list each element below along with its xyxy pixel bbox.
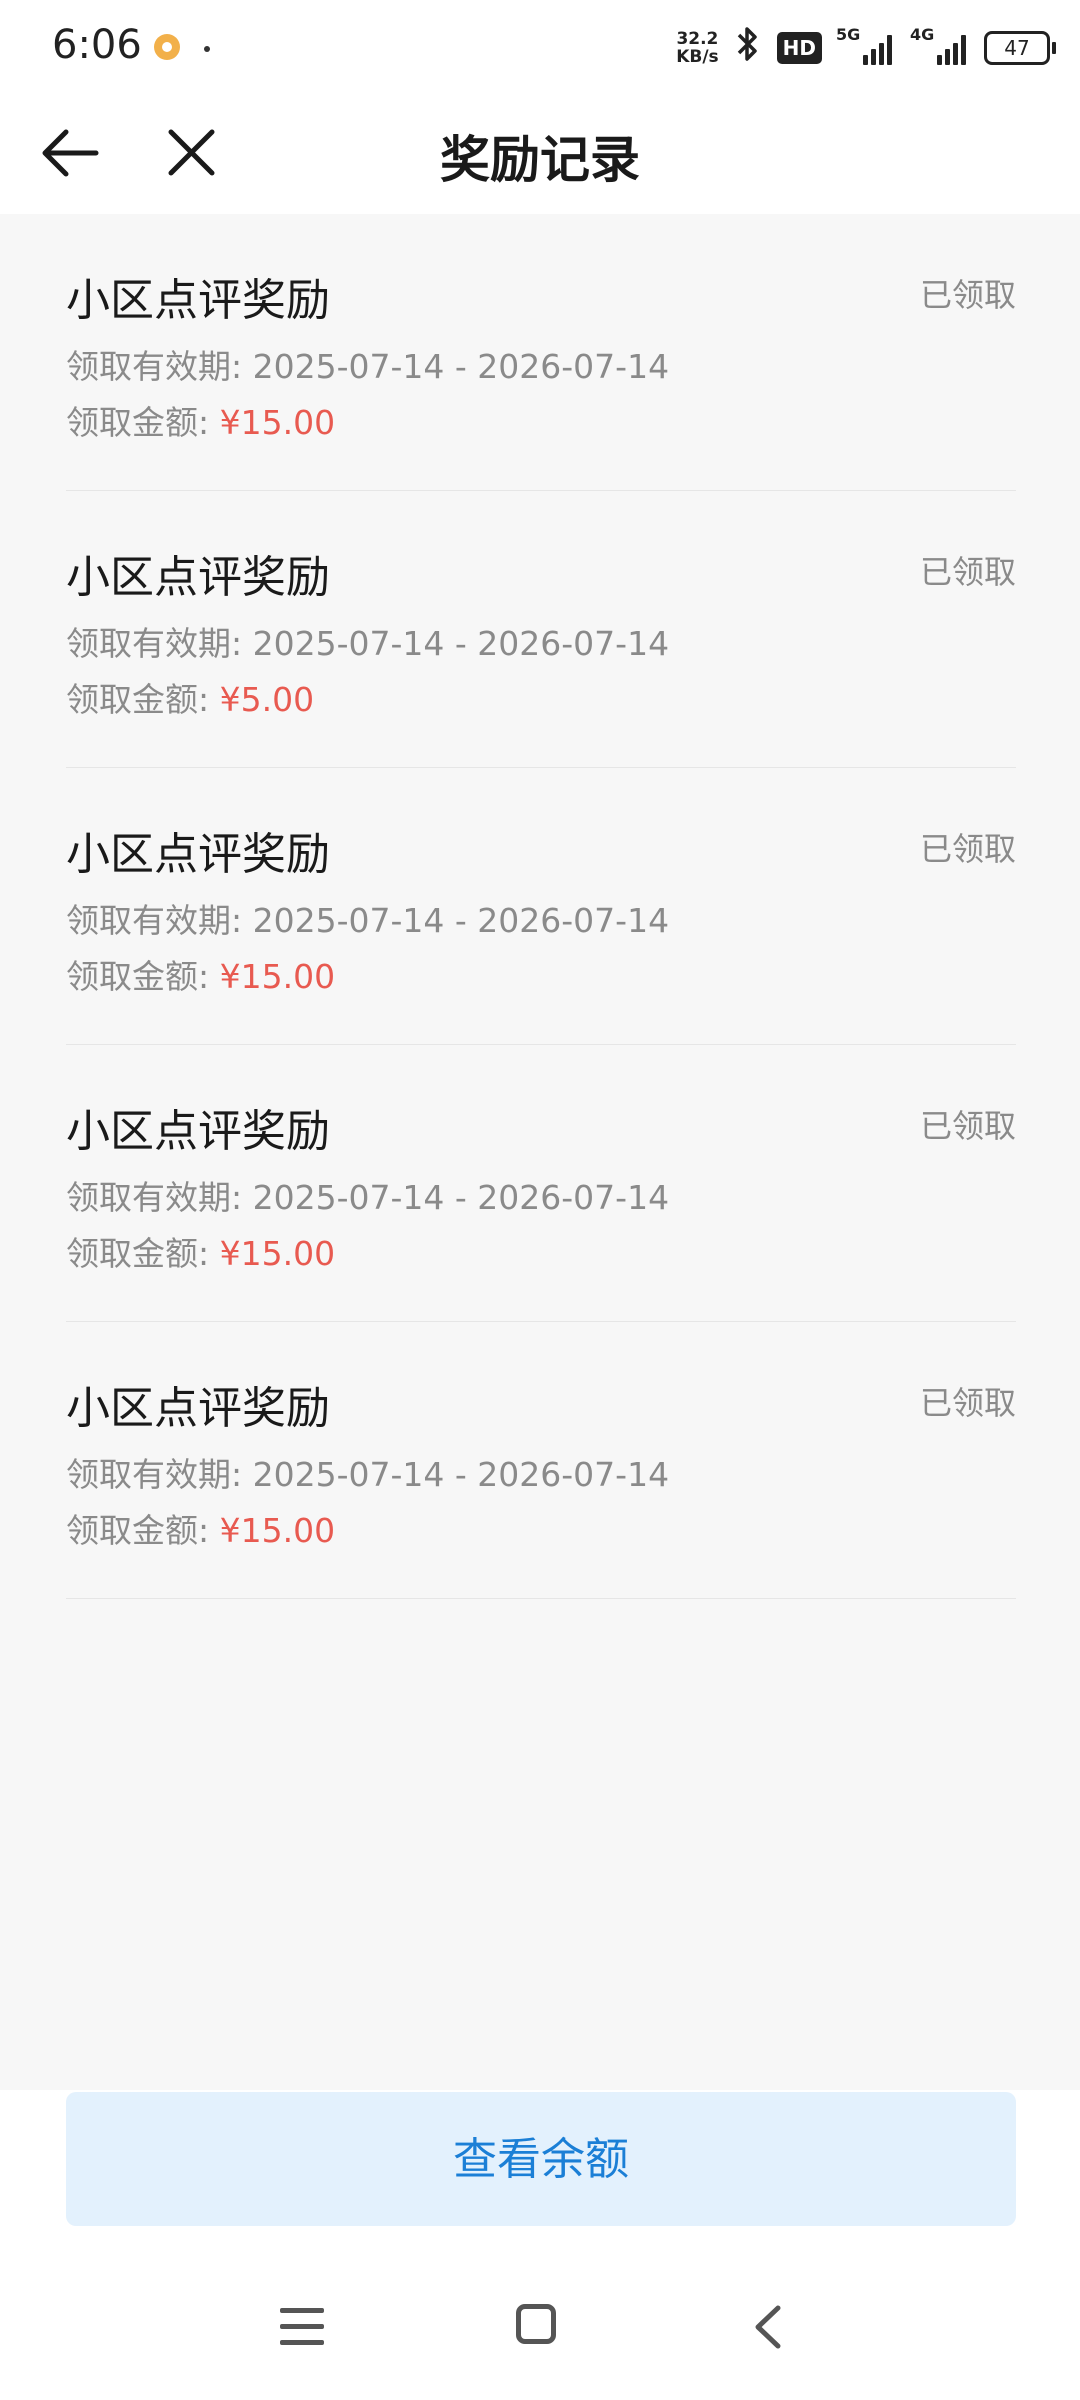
- recent-apps-button[interactable]: [280, 2308, 324, 2348]
- record-title: 小区点评奖励: [66, 275, 330, 326]
- list-item: 小区点评奖励 已领取 领取有效期: 2025-07-14 - 2026-07-1…: [66, 491, 1016, 768]
- view-balance-button[interactable]: 查看余额: [66, 2092, 1016, 2226]
- reward-amount: 领取金额: ¥15.00: [66, 950, 335, 998]
- record-title: 小区点评奖励: [66, 1106, 330, 1157]
- validity-period: 领取有效期: 2025-07-14 - 2026-07-14: [66, 894, 669, 942]
- validity-label: 领取有效期:: [66, 1455, 243, 1494]
- status-icons: 32.2 KB/s HD 5G 4G 47: [676, 25, 1056, 72]
- list-item: 小区点评奖励 已领取 领取有效期: 2025-07-14 - 2026-07-1…: [66, 1045, 1016, 1322]
- list-item: 小区点评奖励 已领取 领取有效期: 2025-07-14 - 2026-07-1…: [66, 214, 1016, 491]
- more-notifications-dot: [204, 46, 210, 52]
- hd-voice-icon: HD: [776, 32, 822, 64]
- validity-range: 2025-07-14 - 2026-07-14: [252, 1455, 670, 1494]
- validity-period: 领取有效期: 2025-07-14 - 2026-07-14: [66, 617, 669, 665]
- status-time: 6:06: [52, 22, 142, 68]
- status-badge: 已领取: [919, 553, 1016, 591]
- validity-range: 2025-07-14 - 2026-07-14: [252, 1178, 670, 1217]
- status-badge: 已领取: [919, 1384, 1016, 1422]
- amount-value: ¥15.00: [219, 403, 336, 442]
- validity-period: 领取有效期: 2025-07-14 - 2026-07-14: [66, 340, 669, 388]
- system-nav-bar: [0, 2290, 1080, 2370]
- status-badge: 已领取: [919, 1107, 1016, 1145]
- chevron-left-icon: [755, 2305, 781, 2349]
- status-badge: 已领取: [919, 830, 1016, 868]
- network-speed-unit: KB/s: [676, 47, 719, 67]
- system-back-button[interactable]: [748, 2302, 788, 2352]
- network-speed: 32.2 KB/s: [676, 30, 718, 66]
- amount-value: ¥15.00: [219, 957, 336, 996]
- record-title: 小区点评奖励: [66, 552, 330, 603]
- app-notification-icon: [154, 34, 180, 60]
- validity-label: 领取有效期:: [66, 624, 243, 663]
- validity-label: 领取有效期:: [66, 347, 243, 386]
- list-item: 小区点评奖励 已领取 领取有效期: 2025-07-14 - 2026-07-1…: [66, 768, 1016, 1045]
- amount-label: 领取金额:: [66, 403, 210, 442]
- signal-4g-icon: 4G: [910, 25, 970, 65]
- amount-label: 领取金额:: [66, 1234, 210, 1273]
- validity-period: 领取有效期: 2025-07-14 - 2026-07-14: [66, 1448, 669, 1496]
- validity-label: 领取有效期:: [66, 1178, 243, 1217]
- status-bar: 6:06 32.2 KB/s HD 5G 4G 47: [0, 0, 1080, 96]
- battery-icon: 47: [984, 31, 1056, 65]
- validity-period: 领取有效期: 2025-07-14 - 2026-07-14: [66, 1171, 669, 1219]
- header: 奖励记录: [0, 96, 1080, 214]
- amount-value: ¥15.00: [219, 1234, 336, 1273]
- network-speed-value: 32.2: [676, 29, 719, 49]
- home-button[interactable]: [516, 2304, 556, 2344]
- validity-label: 领取有效期:: [66, 901, 243, 940]
- amount-label: 领取金额:: [66, 957, 210, 996]
- amount-label: 领取金额:: [66, 1511, 210, 1550]
- reward-amount: 领取金额: ¥15.00: [66, 1504, 335, 1552]
- amount-value: ¥5.00: [219, 680, 315, 719]
- signal-5g-label: 5G: [836, 25, 861, 44]
- status-badge: 已领取: [919, 276, 1016, 314]
- validity-range: 2025-07-14 - 2026-07-14: [252, 901, 670, 940]
- validity-range: 2025-07-14 - 2026-07-14: [252, 624, 670, 663]
- amount-label: 领取金额:: [66, 680, 210, 719]
- record-title: 小区点评奖励: [66, 829, 330, 880]
- signal-5g-icon: 5G: [836, 25, 896, 65]
- list-item: 小区点评奖励 已领取 领取有效期: 2025-07-14 - 2026-07-1…: [66, 1322, 1016, 1599]
- reward-amount: 领取金额: ¥15.00: [66, 1227, 335, 1275]
- signal-4g-label: 4G: [910, 25, 935, 44]
- reward-record-list: 小区点评奖励 已领取 领取有效期: 2025-07-14 - 2026-07-1…: [66, 214, 1016, 1599]
- amount-value: ¥15.00: [219, 1511, 336, 1550]
- record-title: 小区点评奖励: [66, 1383, 330, 1434]
- page-title: 奖励记录: [440, 131, 640, 189]
- bluetooth-icon: [733, 25, 763, 72]
- validity-range: 2025-07-14 - 2026-07-14: [252, 347, 670, 386]
- reward-amount: 领取金额: ¥5.00: [66, 673, 314, 721]
- reward-amount: 领取金额: ¥15.00: [66, 396, 335, 444]
